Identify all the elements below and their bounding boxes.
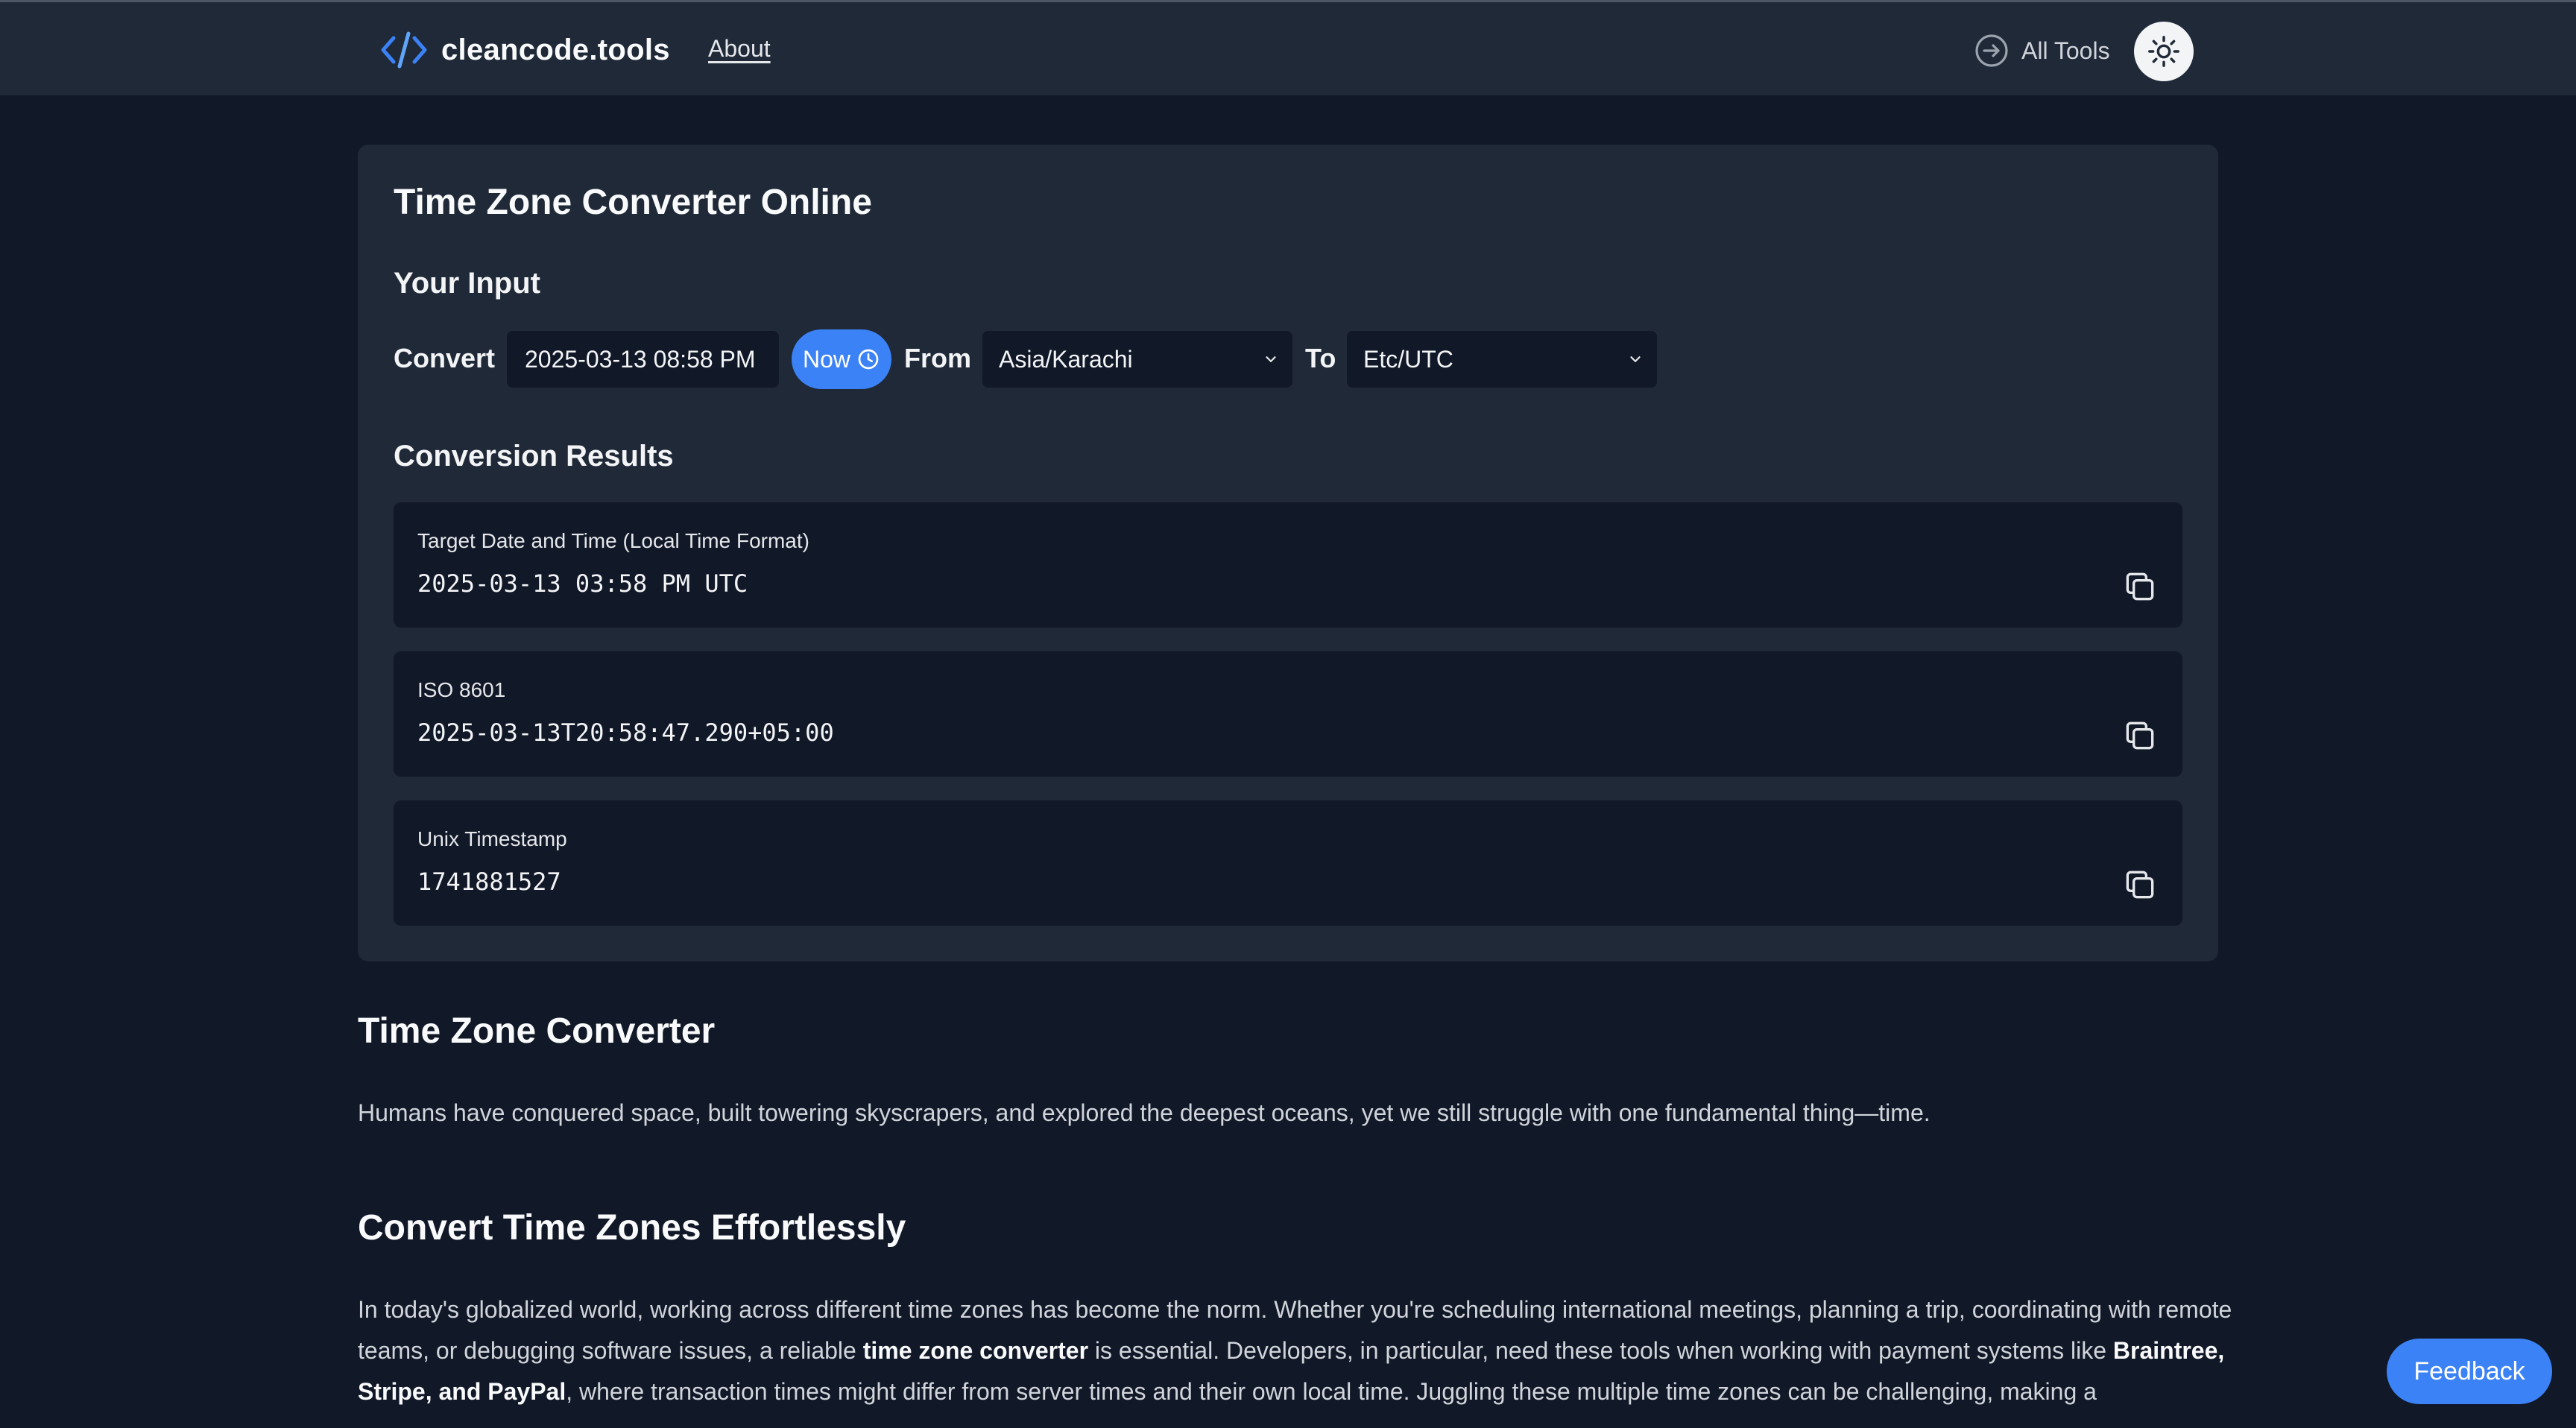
theme-toggle-button[interactable] (2134, 22, 2194, 81)
paragraph-bold-text: time zone converter (862, 1337, 1089, 1364)
result-label: Target Date and Time (Local Time Format) (417, 529, 809, 552)
from-timezone-value: Asia/Karachi (999, 345, 1133, 373)
article-intro-paragraph: Humans have conquered space, built tower… (358, 1099, 1931, 1126)
result-unix-timestamp: Unix Timestamp 1741881527 (394, 800, 2182, 926)
result-value: 2025-03-13T20:58:47.290+05:00 (417, 718, 834, 747)
chevron-down-icon (1630, 356, 1641, 362)
copy-icon[interactable] (2121, 568, 2159, 605)
datetime-input[interactable] (507, 331, 779, 388)
paragraph-text: is essential. Developers, in particular,… (1088, 1337, 2113, 1364)
arrow-right-circle-icon (1975, 34, 2008, 67)
article-heading-converter: Time Zone Converter (358, 1011, 716, 1051)
datetime-input-field[interactable] (523, 344, 779, 374)
result-label: Unix Timestamp (417, 827, 567, 850)
result-value: 2025-03-13 03:58 PM UTC (417, 569, 748, 598)
logo-text: cleancode.tools (441, 33, 670, 66)
result-value: 1741881527 (417, 868, 561, 896)
now-button[interactable]: Now (792, 329, 891, 389)
page-title: Time Zone Converter Online (394, 183, 872, 222)
code-brackets-icon (381, 31, 427, 69)
copy-icon[interactable] (2121, 866, 2159, 903)
article-body-paragraph: In today's globalized world, working acr… (358, 1289, 2236, 1412)
top-navigation-bar: cleancode.tools About All Tools (0, 0, 2576, 95)
all-tools-label: All Tools (2021, 37, 2110, 64)
chevron-down-icon (1266, 356, 1276, 362)
to-timezone-value: Etc/UTC (1363, 345, 1453, 373)
result-iso-8601: ISO 8601 2025-03-13T20:58:47.290+05:00 (394, 651, 2182, 777)
converter-card: Time Zone Converter Online Your Input Co… (358, 145, 2218, 961)
paragraph-text: , where transaction times might differ f… (566, 1378, 2097, 1405)
copy-icon[interactable] (2121, 717, 2159, 754)
result-local-time: Target Date and Time (Local Time Format)… (394, 502, 2182, 628)
article-heading-effortless: Convert Time Zones Effortlessly (358, 1208, 906, 1248)
input-heading: Your Input (394, 267, 540, 300)
from-timezone-select[interactable]: Asia/Karachi (982, 331, 1292, 388)
feedback-button[interactable]: Feedback (2387, 1339, 2552, 1404)
to-label: To (1305, 343, 1336, 373)
to-timezone-select[interactable]: Etc/UTC (1347, 331, 1657, 388)
all-tools-link[interactable]: All Tools (1974, 32, 2110, 69)
from-label: From (904, 343, 971, 373)
sun-icon (2148, 36, 2179, 67)
result-label: ISO 8601 (417, 678, 506, 701)
convert-label: Convert (394, 343, 496, 373)
site-logo[interactable]: cleancode.tools (380, 29, 670, 71)
results-heading: Conversion Results (394, 440, 674, 473)
clock-icon (858, 349, 879, 370)
now-button-label: Now (802, 345, 850, 373)
nav-about-link[interactable]: About (708, 35, 771, 63)
